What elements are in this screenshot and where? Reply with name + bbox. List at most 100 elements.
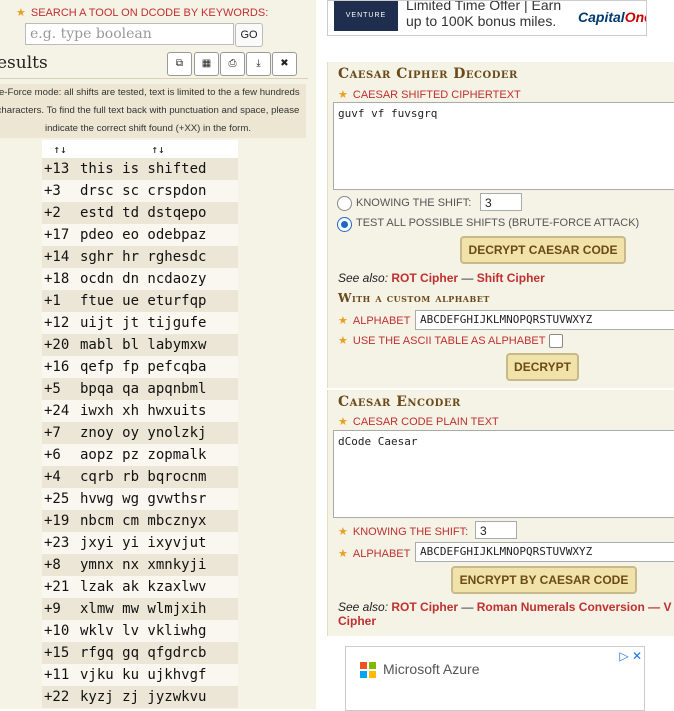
table-row: +13 this is shifted bbox=[42, 158, 238, 180]
table-row: +18 ocdn dn ncdaozy bbox=[42, 268, 238, 290]
bruteforce-note: te-Force mode: all shifts are tested, te… bbox=[0, 84, 306, 138]
table-row: +11 vjku ku ujkhvgf bbox=[42, 664, 238, 686]
copy-icon[interactable]: ⧉ bbox=[167, 52, 192, 76]
decrypt-button[interactable]: Decrypt bbox=[506, 353, 579, 381]
table-row: +21 lzak ak kzaxlwv bbox=[42, 576, 238, 598]
sort-text-header[interactable]: ↑↓ bbox=[78, 140, 238, 158]
table-row: +16 qefp fp pefcqba bbox=[42, 356, 238, 378]
shift-input[interactable]: 3 bbox=[480, 193, 522, 211]
plaintext-cell: ftue ue eturfqp bbox=[78, 290, 238, 312]
plaintext-cell: xlmw mw wlmjxih bbox=[78, 598, 238, 620]
knowing-shift-radio[interactable] bbox=[337, 196, 352, 211]
enc-alphabet-input[interactable]: ABCDEFGHIJKLMNOPQRSTUVWXYZ bbox=[415, 542, 674, 562]
shift-cell: +11 bbox=[42, 664, 78, 686]
see-also-encoder: See also: ROT Cipher — Roman Numerals Co… bbox=[338, 600, 674, 614]
table-row: +12 uijt jt tijgufe bbox=[42, 312, 238, 334]
capital-one-logo: CapitalOne bbox=[578, 9, 646, 25]
plaintext-cell: vjku ku ujkhvgf bbox=[78, 664, 238, 686]
ciphertext-label-text: Caesar shifted ciphertext bbox=[352, 89, 521, 101]
plaintext-cell: hvwg wg gvwthsr bbox=[78, 488, 238, 510]
table-row: +15 rfgq gq qfgdrcb bbox=[42, 642, 238, 664]
print-icon[interactable]: ⎙ bbox=[220, 52, 245, 76]
plaintext-cell: this is shifted bbox=[78, 158, 238, 180]
shift-cell: +17 bbox=[42, 224, 78, 246]
ascii-checkbox[interactable] bbox=[549, 334, 563, 348]
shift-cell: +19 bbox=[42, 510, 78, 532]
download-icon[interactable]: ⤓ bbox=[246, 52, 271, 76]
ciphertext-input[interactable]: guvf vf fuvsgrq bbox=[333, 102, 674, 190]
shift-cell: +24 bbox=[42, 400, 78, 422]
table-row: +5 bpqa qa apqnbml bbox=[42, 378, 238, 400]
star-icon: ★ bbox=[338, 548, 348, 560]
plaintext-cell: mabl bl labymxw bbox=[78, 334, 238, 356]
card-image: VENTURE bbox=[334, 1, 398, 31]
ad-choices-icon[interactable]: ▷ ✕ bbox=[619, 649, 642, 663]
enc-shift-input[interactable]: 3 bbox=[475, 521, 517, 539]
plaintext-cell: uijt jt tijgufe bbox=[78, 312, 238, 334]
alphabet-label: ★ Alphabet bbox=[338, 314, 410, 327]
logo-part: One bbox=[624, 9, 646, 25]
shift-cell: +4 bbox=[42, 466, 78, 488]
link-cipher[interactable]: Cipher bbox=[338, 614, 376, 628]
plaintext-cell: rfgq gq qfgdrcb bbox=[78, 642, 238, 664]
shift-cell: +2 bbox=[42, 202, 78, 224]
results-title: esults bbox=[0, 53, 48, 73]
ad-banner-top[interactable]: VENTURE Limited Time Offer | Earn up to … bbox=[327, 0, 647, 36]
divider bbox=[0, 78, 308, 79]
see-also-separator: — bbox=[461, 600, 474, 614]
encrypt-caesar-button[interactable]: Encrypt by Caesar Code bbox=[451, 566, 637, 594]
alphabet-input[interactable]: ABCDEFGHIJKLMNOPQRSTUVWXYZ bbox=[415, 310, 674, 330]
go-button[interactable]: GO bbox=[235, 23, 263, 47]
search-input[interactable]: e.g. type boolean bbox=[25, 23, 234, 45]
shift-cell: +20 bbox=[42, 334, 78, 356]
star-icon: ★ bbox=[338, 416, 348, 428]
shift-cell: +21 bbox=[42, 576, 78, 598]
ciphertext-label: ★ Caesar shifted ciphertext bbox=[338, 88, 521, 101]
plaintext-label: ★ Caesar code plain text bbox=[338, 415, 499, 428]
see-also-separator: — bbox=[461, 271, 474, 285]
plaintext-cell: lzak ak kzaxlwv bbox=[78, 576, 238, 598]
calculator-icon[interactable]: ▦ bbox=[194, 52, 219, 76]
shift-cell: +10 bbox=[42, 620, 78, 642]
enc-alphabet-label-text: Alphabet bbox=[352, 548, 411, 560]
plaintext-cell: pdeo eo odebpaz bbox=[78, 224, 238, 246]
link-roman-numerals[interactable]: Roman Numerals Conversion bbox=[477, 600, 645, 614]
sort-shift-header[interactable]: ↑↓ bbox=[42, 140, 78, 158]
plaintext-cell: bpqa qa apqnbml bbox=[78, 378, 238, 400]
close-icon[interactable]: ✖ bbox=[272, 52, 297, 76]
link-rot-cipher[interactable]: ROT Cipher bbox=[391, 600, 458, 614]
plaintext-cell: cqrb rb bqrocnm bbox=[78, 466, 238, 488]
logo-part: Capital bbox=[578, 9, 625, 25]
table-row: +14 sghr hr rghesdc bbox=[42, 246, 238, 268]
star-icon: ★ bbox=[338, 526, 348, 538]
link-rot-cipher[interactable]: ROT Cipher bbox=[391, 271, 458, 285]
plaintext-label-text: Caesar code plain text bbox=[352, 416, 499, 428]
see-also-prefix: See also: bbox=[338, 271, 389, 285]
table-row: +1 ftue ue eturfqp bbox=[42, 290, 238, 312]
results-table: ↑↓ ↑↓ +13 this is shifted +3 drsc sc crspdo… bbox=[42, 140, 238, 708]
note-line: characters. To find the full text back w… bbox=[0, 105, 300, 116]
decoder-title: Caesar Cipher Decoder bbox=[338, 66, 518, 82]
bruteforce-radio[interactable] bbox=[337, 217, 352, 232]
star-icon: ★ bbox=[338, 335, 348, 347]
see-also-separator: — V bbox=[648, 600, 672, 614]
shift-cell: +25 bbox=[42, 488, 78, 510]
search-placeholder: e.g. type boolean bbox=[30, 26, 152, 42]
table-row: +19 nbcm cm mbcznyx bbox=[42, 510, 238, 532]
plaintext-cell: kyzj zj jyzwkvu bbox=[78, 686, 238, 708]
enc-shift-label: ★ Knowing the shift: bbox=[338, 525, 468, 538]
decrypt-caesar-button[interactable]: Decrypt Caesar Code bbox=[460, 236, 626, 264]
plaintext-input[interactable]: dCode Caesar bbox=[333, 430, 674, 518]
table-row: +4 cqrb rb bqrocnm bbox=[42, 466, 238, 488]
plaintext-cell: aopz pz zopmalk bbox=[78, 444, 238, 466]
link-shift-cipher[interactable]: Shift Cipher bbox=[477, 271, 545, 285]
ad-banner-bottom[interactable]: Microsoft Azure ▷ ✕ bbox=[345, 646, 645, 711]
plaintext-cell: znoy oy ynolzkj bbox=[78, 422, 238, 444]
shift-cell: +14 bbox=[42, 246, 78, 268]
shift-cell: +15 bbox=[42, 642, 78, 664]
ad-line: Limited Time Offer | Earn bbox=[406, 0, 562, 13]
plaintext-cell: jxyi yi ixyvjut bbox=[78, 532, 238, 554]
enc-alphabet-label: ★ Alphabet bbox=[338, 547, 410, 560]
table-row: +3 drsc sc crspdon bbox=[42, 180, 238, 202]
table-row: +2 estd td dstqepo bbox=[42, 202, 238, 224]
